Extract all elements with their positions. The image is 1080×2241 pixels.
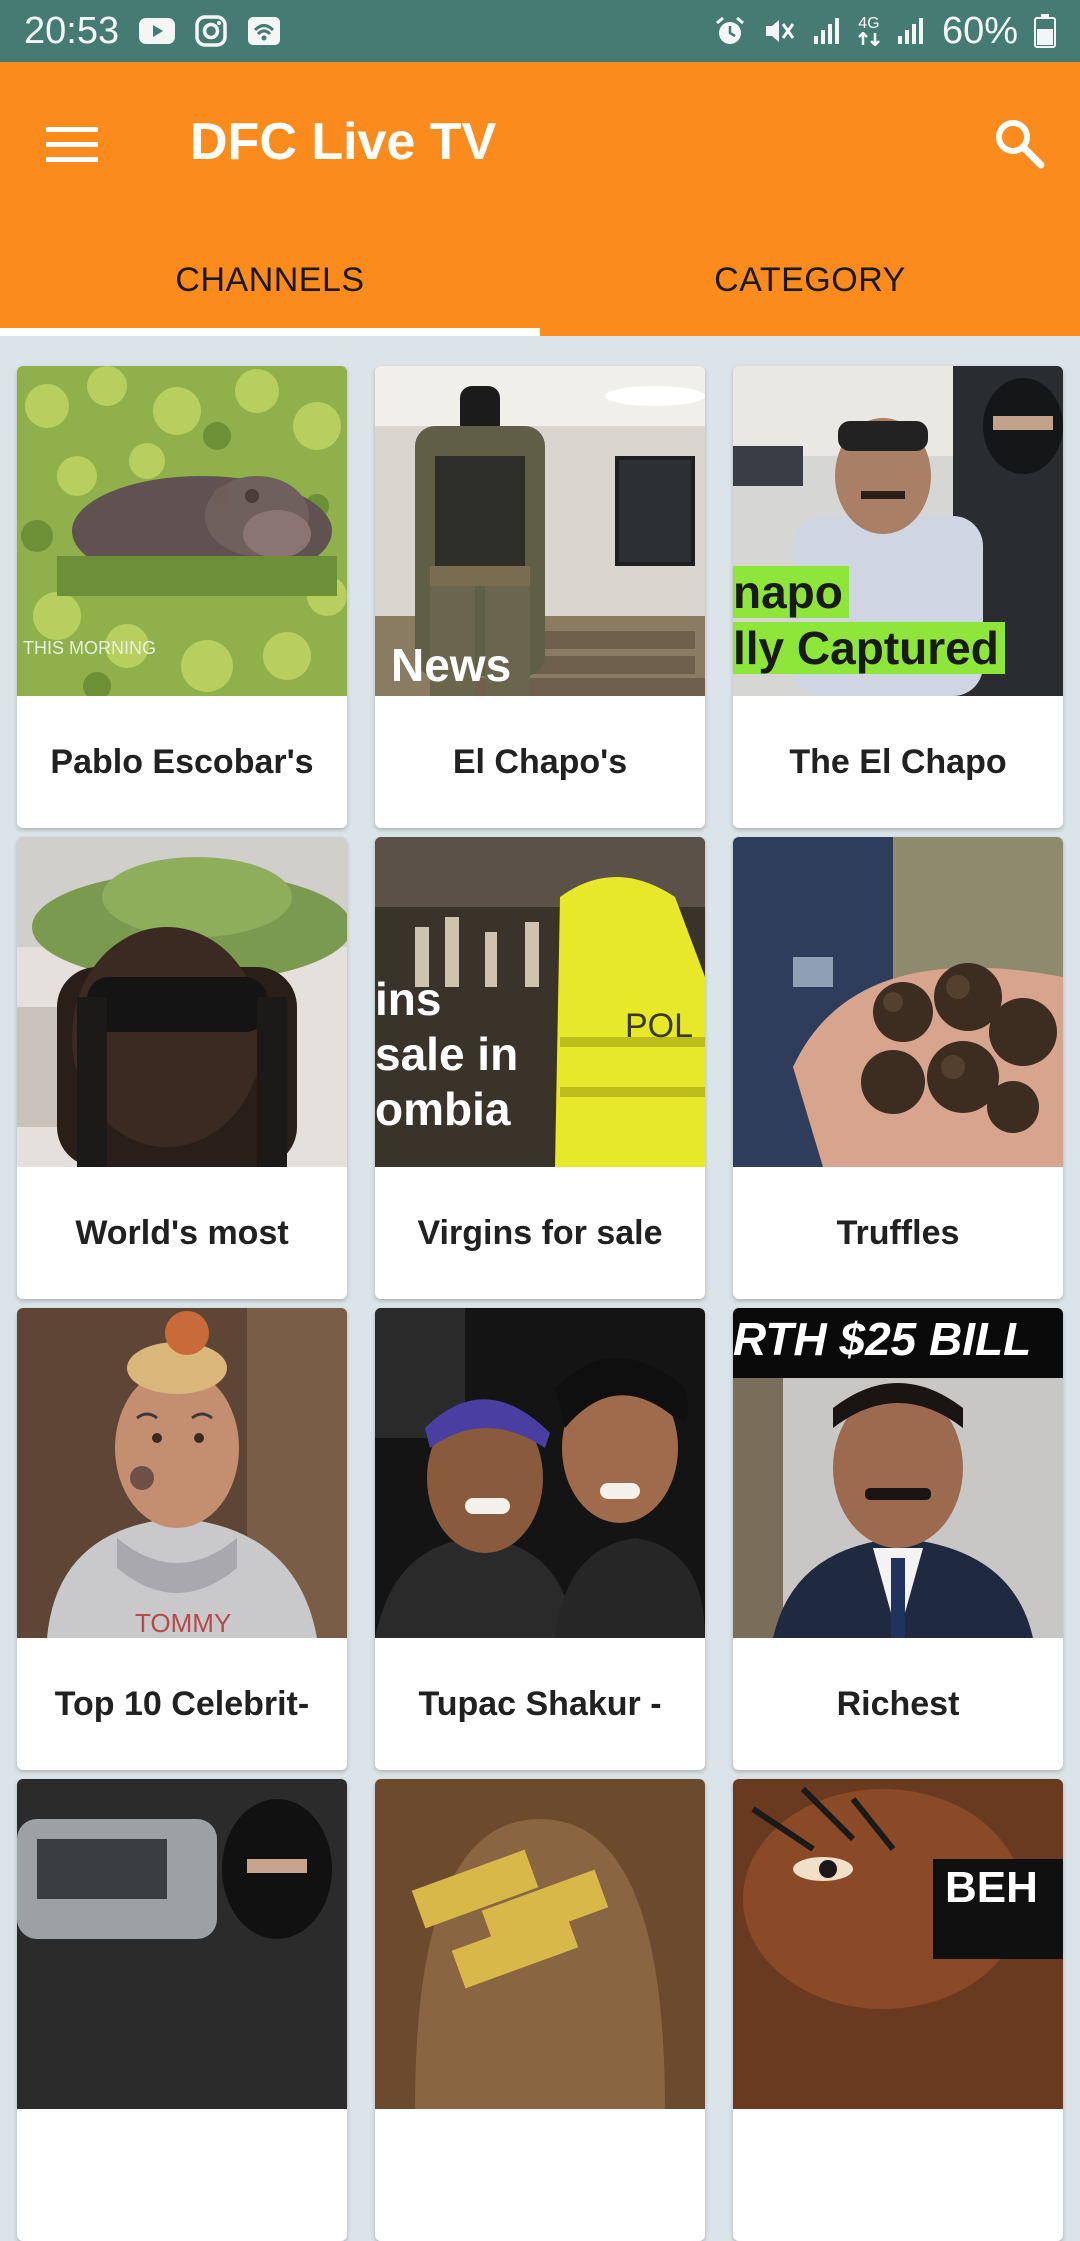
thumb-caption: napo: [733, 566, 849, 618]
data-arrows-icon: 4G: [858, 16, 880, 46]
channel-title: Truffles: [836, 1213, 960, 1252]
channel-card[interactable]: Tupac Shakur -: [375, 1308, 705, 1770]
channel-title: [375, 2109, 705, 2241]
mute-icon: [762, 15, 796, 47]
channel-card[interactable]: ins sale in ombia POL Virgins for sale: [375, 837, 705, 1299]
app-bar: DFC Live TV CHANNELS CATEGORY: [0, 62, 1080, 336]
tab-category-label: CATEGORY: [714, 260, 906, 299]
network-type-label: 4G: [858, 15, 880, 32]
tab-indicator: [0, 328, 540, 336]
thumb-caption: sale in: [375, 1028, 519, 1080]
search-icon[interactable]: [984, 108, 1054, 178]
channel-thumbnail: [375, 1308, 705, 1638]
channel-thumbnail: TOMMY: [17, 1308, 347, 1638]
channel-grid: THIS MORNING Pablo Escobar's News El Cha…: [0, 336, 1080, 2241]
channel-card[interactable]: [375, 1779, 705, 2241]
channel-thumbnail: RTH $25 BILL: [733, 1308, 1063, 1638]
channel-title: World's most: [75, 1213, 289, 1252]
channel-title: Pablo Escobar's: [50, 742, 314, 781]
channel-thumbnail: napo lly Captured: [733, 366, 1063, 696]
tab-channels[interactable]: CHANNELS: [0, 224, 540, 336]
channel-title: [17, 2109, 347, 2241]
channel-thumbnail: [375, 1779, 705, 2109]
app-title: DFC Live TV: [190, 113, 497, 171]
thumb-caption: TOMMY: [135, 1608, 232, 1638]
status-time: 20:53: [24, 9, 120, 52]
channel-title: Richest: [836, 1684, 960, 1723]
channel-card[interactable]: THIS MORNING Pablo Escobar's: [17, 366, 347, 828]
channel-thumbnail: THIS MORNING: [17, 366, 347, 696]
thumb-caption: lly Captured: [733, 622, 1005, 674]
channel-title: [733, 2109, 1063, 2241]
thumb-caption: RTH $25 BILL: [733, 1313, 1032, 1365]
channel-card[interactable]: World's most: [17, 837, 347, 1299]
channel-card[interactable]: RTH $25 BILL Richest: [733, 1308, 1063, 1770]
alarm-icon: [714, 15, 746, 47]
channel-card[interactable]: News El Chapo's: [375, 366, 705, 828]
channel-thumbnail: [17, 1779, 347, 2109]
channel-thumbnail: [17, 837, 347, 1167]
status-bar: 20:53 4G 60%: [0, 0, 1080, 62]
thumb-caption: ins: [375, 973, 442, 1025]
channel-thumbnail: [733, 837, 1063, 1167]
wifi-calling-icon: [247, 16, 281, 46]
thumb-caption: THIS MORNING: [23, 638, 156, 658]
channel-thumbnail: BEH: [733, 1779, 1063, 2109]
channel-title: Tupac Shakur -: [418, 1684, 662, 1723]
channel-thumbnail: News: [375, 366, 705, 696]
battery-percent: 60%: [941, 9, 1018, 52]
channel-title: Virgins for sale: [417, 1213, 663, 1252]
thumb-caption: POL: [625, 1007, 694, 1045]
battery-icon: [1034, 14, 1056, 48]
thumb-caption: ombia: [375, 1083, 511, 1135]
signal-icon: [896, 16, 926, 46]
youtube-icon: [139, 18, 176, 44]
channel-card[interactable]: Truffles: [733, 837, 1063, 1299]
channel-title: El Chapo's: [452, 742, 628, 781]
tab-category[interactable]: CATEGORY: [540, 224, 1080, 336]
thumb-caption: BEH: [945, 1863, 1038, 1912]
channel-title: The El Chapo: [789, 742, 1007, 781]
thumb-caption: News: [391, 639, 512, 691]
channel-card[interactable]: napo lly Captured The El Chapo: [733, 366, 1063, 828]
instagram-icon: [195, 15, 227, 47]
channel-card[interactable]: [17, 1779, 347, 2241]
channel-thumbnail: ins sale in ombia POL: [375, 837, 705, 1167]
tab-channels-label: CHANNELS: [175, 260, 365, 299]
signal-icon: [812, 16, 842, 46]
channel-card[interactable]: TOMMY Top 10 Celebrit-: [17, 1308, 347, 1770]
channel-card[interactable]: BEH: [733, 1779, 1063, 2241]
channel-title: Top 10 Celebrit-: [54, 1684, 310, 1723]
hamburger-menu-icon[interactable]: [40, 114, 104, 174]
